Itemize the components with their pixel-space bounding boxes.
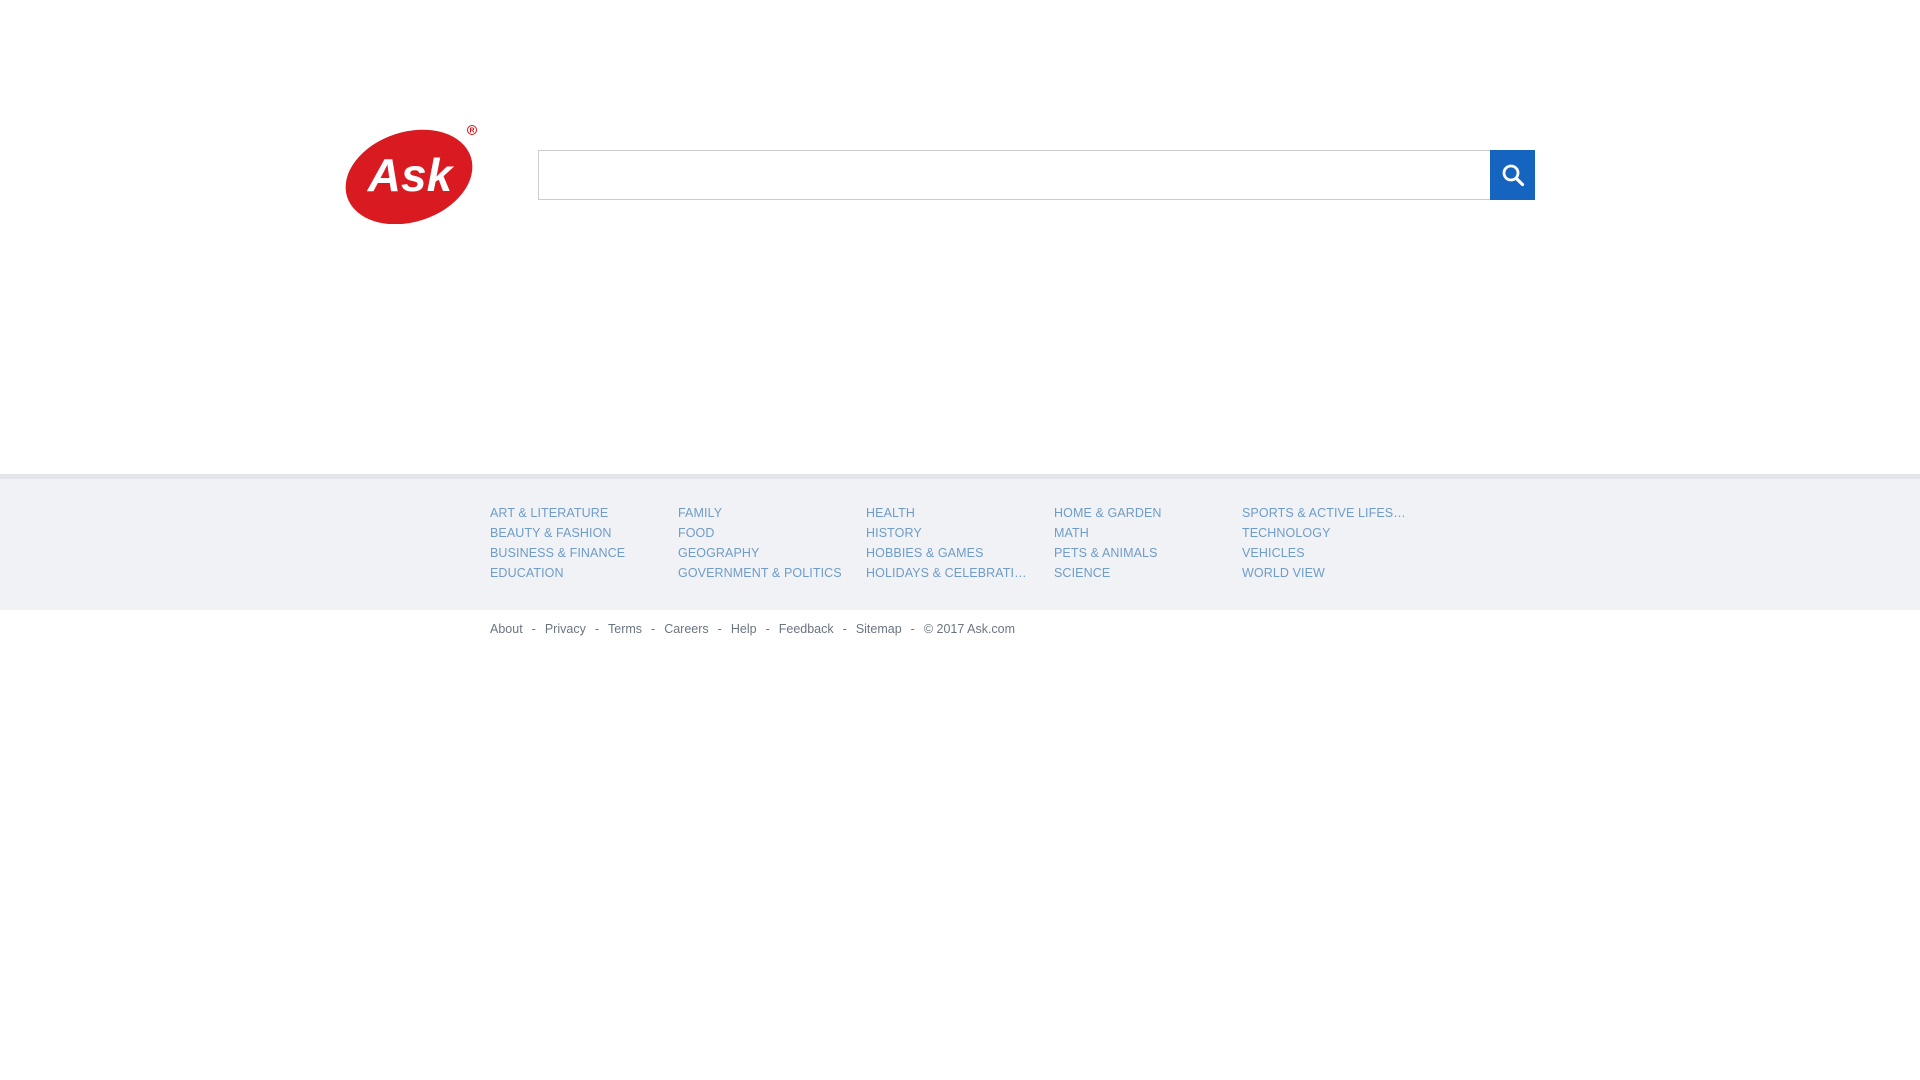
search-input[interactable] [538,150,1490,200]
footer-link-terms[interactable]: Terms [608,622,642,636]
category-link-education[interactable]: EDUCATION [490,563,655,583]
ask-logo[interactable]: Ask R [343,124,479,224]
categories-band: ART & LITERATURE BEAUTY & FASHION BUSINE… [0,474,1920,610]
category-column: HOME & GARDEN MATH PETS & ANIMALS SCIENC… [1054,503,1242,583]
footer-separator: - [910,622,915,636]
category-column: FAMILY FOOD GEOGRAPHY GOVERNMENT & POLIT… [678,503,866,583]
categories-grid: ART & LITERATURE BEAUTY & FASHION BUSINE… [490,503,1430,583]
category-link-family[interactable]: FAMILY [678,503,843,523]
footer-separator: - [842,622,847,636]
category-column: HEALTH HISTORY HOBBIES & GAMES HOLIDAYS … [866,503,1054,583]
logo-text: Ask [367,149,455,201]
category-link-geography[interactable]: GEOGRAPHY [678,543,843,563]
search-icon [1502,164,1524,187]
category-link-health[interactable]: HEALTH [866,503,1031,523]
category-link-pets-animals[interactable]: PETS & ANIMALS [1054,543,1219,563]
footer-link-privacy[interactable]: Privacy [545,622,586,636]
category-link-science[interactable]: SCIENCE [1054,563,1219,583]
footer-separator: - [765,622,770,636]
footer-separator: - [594,622,599,636]
footer-separator: - [651,622,656,636]
category-link-art-literature[interactable]: ART & LITERATURE [490,503,655,523]
category-link-holidays-celebrations[interactable]: HOLIDAYS & CELEBRATIONS [866,563,1031,583]
footer-link-sitemap[interactable]: Sitemap [856,622,902,636]
category-link-sports-active-lifestyle[interactable]: SPORTS & ACTIVE LIFESTYLE [1242,503,1407,523]
footer: About - Privacy - Terms - Careers - Help… [490,622,1015,636]
category-link-government-politics[interactable]: GOVERNMENT & POLITICS [678,563,843,583]
category-link-technology[interactable]: TECHNOLOGY [1242,523,1407,543]
category-link-hobbies-games[interactable]: HOBBIES & GAMES [866,543,1031,563]
page: Ask R ART & LITERATURE BEAUTY & FASHION … [0,0,1920,1080]
copyright-text: © 2017 Ask.com [923,622,1016,636]
svg-text:R: R [469,128,474,135]
category-link-business-finance[interactable]: BUSINESS & FINANCE [490,543,655,563]
category-link-world-view[interactable]: WORLD VIEW [1242,563,1407,583]
footer-separator: - [531,622,536,636]
search-button[interactable] [1490,150,1535,200]
footer-link-about[interactable]: About [490,622,523,636]
footer-link-careers[interactable]: Careers [664,622,708,636]
category-link-beauty-fashion[interactable]: BEAUTY & FASHION [490,523,655,543]
footer-link-feedback[interactable]: Feedback [779,622,834,636]
footer-link-help[interactable]: Help [731,622,757,636]
ask-logo-icon: Ask R [345,125,477,224]
category-link-home-garden[interactable]: HOME & GARDEN [1054,503,1219,523]
category-link-history[interactable]: HISTORY [866,523,1031,543]
category-link-math[interactable]: MATH [1054,523,1219,543]
category-column: ART & LITERATURE BEAUTY & FASHION BUSINE… [490,503,678,583]
search-form [538,150,1535,200]
category-link-food[interactable]: FOOD [678,523,843,543]
category-column: SPORTS & ACTIVE LIFESTYLE TECHNOLOGY VEH… [1242,503,1430,583]
footer-separator: - [717,622,722,636]
category-link-vehicles[interactable]: VEHICLES [1242,543,1407,563]
